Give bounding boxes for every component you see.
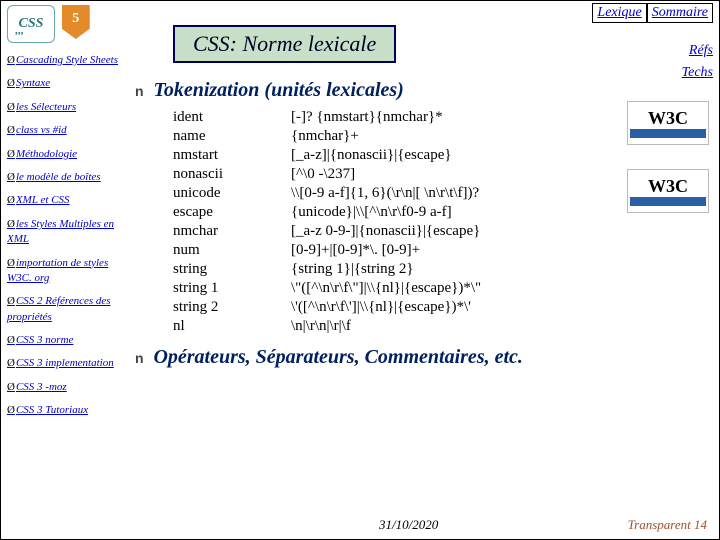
token-table: ident[-]? {nmstart}{nmchar}* name{nmchar…	[173, 108, 481, 336]
nav-link[interactable]: class vs #id	[7, 123, 125, 138]
table-row: string 1\"([^\n\r\f\"]|\\{nl}|{escape})*…	[173, 279, 481, 298]
sidebar: CSS 5 Cascading Style Sheets Syntaxe les…	[1, 1, 129, 539]
token-name: escape	[173, 203, 291, 222]
token-def: \'([^\n\r\f\']|\\{nl}|{escape})*\'	[291, 298, 481, 317]
html5-shield-icon: 5	[62, 5, 90, 39]
nav-link[interactable]: les Sélecteurs	[7, 100, 125, 115]
link-lexique[interactable]: Lexique	[592, 3, 646, 23]
nav-link[interactable]: CSS 3 Tutoriaux	[7, 403, 125, 418]
token-name: unicode	[173, 184, 291, 203]
table-row: name{nmchar}+	[173, 127, 481, 146]
link-refs[interactable]: Réfs	[682, 43, 713, 59]
w3c-tag-icon	[630, 129, 706, 138]
token-def: \\[0-9 a-f]{1, 6}(\r\n|[ \n\r\t\f])?	[291, 184, 481, 203]
token-def: [-]? {nmstart}{nmchar}*	[291, 108, 481, 127]
table-row: string 2\'([^\n\r\f\']|\\{nl}|{escape})*…	[173, 298, 481, 317]
token-name: ident	[173, 108, 291, 127]
section-operators: Opérateurs, Séparateurs, Commentaires, e…	[135, 346, 711, 369]
w3c-logo-icon: W3C	[627, 169, 709, 213]
token-def: [0-9]+|[0-9]*\. [0-9]+	[291, 241, 481, 260]
nav-link[interactable]: Cascading Style Sheets	[7, 53, 125, 68]
table-row: unicode\\[0-9 a-f]{1, 6}(\r\n|[ \n\r\t\f…	[173, 184, 481, 203]
table-row: num[0-9]+|[0-9]*\. [0-9]+	[173, 241, 481, 260]
nav-link[interactable]: CSS 3 implementation	[7, 356, 125, 371]
token-name: nonascii	[173, 165, 291, 184]
table-row: nonascii[^\0 -\237]	[173, 165, 481, 184]
nav-link[interactable]: Méthodologie	[7, 147, 125, 162]
nav-link[interactable]: CSS 3 -moz	[7, 380, 125, 395]
nav-links: Cascading Style Sheets Syntaxe les Sélec…	[7, 53, 125, 419]
nav-link[interactable]: importation de styles W3C. org	[7, 256, 125, 287]
token-name: nl	[173, 317, 291, 336]
footer-page: Transparent 14	[628, 517, 707, 533]
token-def: [_a-z]|{nonascii}|{escape}	[291, 146, 481, 165]
logo-row: CSS 5	[7, 5, 125, 43]
table-row: nl\n|\r\n|\r|\f	[173, 317, 481, 336]
section-tokenization: Tokenization (unités lexicales) ident[-]…	[135, 79, 711, 336]
token-name: nmchar	[173, 222, 291, 241]
top-links: LexiqueSommaire	[592, 3, 713, 23]
table-row: nmstart[_a-z]|{nonascii}|{escape}	[173, 146, 481, 165]
table-row: escape{unicode}|\\[^\n\r\f0-9 a-f]	[173, 203, 481, 222]
table-row: ident[-]? {nmstart}{nmchar}*	[173, 108, 481, 127]
side-links: Réfs Techs	[682, 37, 713, 87]
w3c-tag-icon	[630, 197, 706, 206]
w3c-text: W3C	[648, 176, 688, 197]
link-techs[interactable]: Techs	[682, 65, 713, 81]
token-def: \n|\r\n|\r|\f	[291, 317, 481, 336]
token-name: name	[173, 127, 291, 146]
footer: 31/10/2020 Transparent 14	[129, 517, 719, 535]
footer-date: 31/10/2020	[379, 517, 438, 533]
nav-link[interactable]: le modèle de boîtes	[7, 170, 125, 185]
link-sommaire[interactable]: Sommaire	[647, 3, 713, 23]
css-logo-icon: CSS	[7, 5, 55, 43]
page-title: CSS: Norme lexicale	[173, 25, 396, 63]
nav-link[interactable]: Syntaxe	[7, 76, 125, 91]
section2-heading: Opérateurs, Séparateurs, Commentaires, e…	[135, 346, 711, 369]
token-name: string	[173, 260, 291, 279]
token-name: nmstart	[173, 146, 291, 165]
token-def: \"([^\n\r\f\"]|\\{nl}|{escape})*\"	[291, 279, 481, 298]
token-def: {unicode}|\\[^\n\r\f0-9 a-f]	[291, 203, 481, 222]
nav-link[interactable]: les Styles Multiples en XML	[7, 217, 125, 248]
table-row: string{string 1}|{string 2}	[173, 260, 481, 279]
token-def: {nmchar}+	[291, 127, 481, 146]
nav-link[interactable]: CSS 3 norme	[7, 333, 125, 348]
token-name: string 1	[173, 279, 291, 298]
section1-heading: Tokenization (unités lexicales)	[135, 79, 711, 102]
token-def: [^\0 -\237]	[291, 165, 481, 184]
token-name: string 2	[173, 298, 291, 317]
token-name: num	[173, 241, 291, 260]
nav-link[interactable]: CSS 2 Références des propriétés	[7, 294, 125, 325]
w3c-text: W3C	[648, 108, 688, 129]
w3c-logo-icon: W3C	[627, 101, 709, 145]
table-row: nmchar[_a-z 0-9-]|{nonascii}|{escape}	[173, 222, 481, 241]
w3c-logos: W3C W3C	[627, 101, 709, 237]
token-def: {string 1}|{string 2}	[291, 260, 481, 279]
main-content: LexiqueSommaire Réfs Techs CSS: Norme le…	[129, 1, 719, 539]
token-def: [_a-z 0-9-]|{nonascii}|{escape}	[291, 222, 481, 241]
nav-link[interactable]: XML et CSS	[7, 193, 125, 208]
